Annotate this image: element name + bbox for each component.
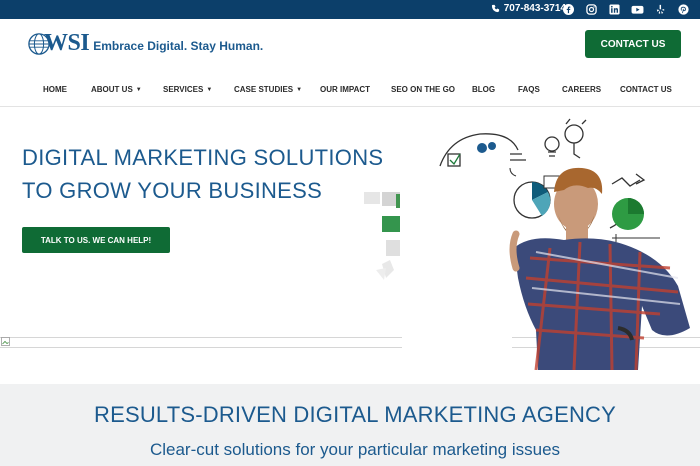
nav-label: CONTACT US [620,85,672,94]
phone-icon [491,4,499,13]
phone-number: 707-843-3714 [503,3,566,14]
nav-label: CASE STUDIES [234,85,294,94]
wsi-logo[interactable]: WSI Embrace Digital. Stay Human. [28,30,263,57]
tagline: Embrace Digital. Stay Human. [93,38,264,53]
phone-link[interactable]: 707-843-3714 [491,3,566,14]
nav-divider [0,106,700,107]
talk-to-us-button[interactable]: TALK TO US. WE CAN HELP! [22,227,170,253]
results-subtitle: Clear-cut solutions for your particular … [149,440,561,459]
top-bar: 707-843-3714 [0,0,700,19]
yelp-icon[interactable] [653,2,667,16]
nav-label: SERVICES [163,85,204,94]
nav-item-blog[interactable]: BLOG [472,85,495,94]
nav-label: FAQS [518,85,540,94]
nav-label: ABOUT US [91,85,133,94]
nav-item-services[interactable]: SERVICES ▼ [163,85,212,94]
nav-label: BLOG [472,85,496,94]
contact-us-button[interactable]: CONTACT US [585,30,681,58]
nav-item-about-us[interactable]: ABOUT US ▼ [91,85,142,94]
nav-label: HOME [43,85,67,94]
main-nav: HOME ABOUT US ▼ SERVICES ▼ CASE STUDIES ▼ O… [0,80,700,100]
hero-title-line-2: TO GROW YOUR BUSINESS [22,178,323,203]
youtube-icon[interactable] [630,2,644,16]
logo-text: WSI [44,30,90,56]
hero-title: DIGITAL MARKETING SOLUTIONS TO GROW YOUR… [22,141,383,207]
nav-item-our-impact[interactable]: OUR IMPACT [320,85,370,94]
pinterest-icon[interactable] [676,2,690,16]
green-chart-sketch [612,198,660,242]
nav-label: OUR IMPACT [320,85,371,94]
instagram-icon[interactable] [584,2,598,16]
hero-illustration [364,118,690,370]
nav-item-careers[interactable]: CAREERS [562,85,601,94]
nav-label: SEO ON THE GO [391,85,456,94]
nav-item-contact-us[interactable]: CONTACT US [620,85,672,94]
sketch-fragments [364,192,400,280]
nav-item-faqs[interactable]: FAQS [518,85,540,94]
chevron-down-icon: ▼ [206,86,213,93]
facebook-icon[interactable] [561,2,575,16]
hero-title-line-1: DIGITAL MARKETING SOLUTIONS [22,145,384,170]
nav-item-home[interactable]: HOME [43,85,67,94]
site-header: WSI Embrace Digital. Stay Human. CONTACT… [0,19,700,75]
nav-item-case-studies[interactable]: CASE STUDIES ▼ [234,85,302,94]
results-title: RESULTS-DRIVEN DIGITAL MARKETING AGENCY [93,402,617,427]
chevron-down-icon: ▼ [296,86,303,93]
broken-image-icon [1,337,10,346]
nav-item-seo-on-the-go[interactable]: SEO ON THE GO [391,85,455,94]
nav-label: CAREERS [562,85,602,94]
chevron-down-icon: ▼ [135,86,142,93]
social-links [561,2,690,16]
linkedin-icon[interactable] [607,2,621,16]
